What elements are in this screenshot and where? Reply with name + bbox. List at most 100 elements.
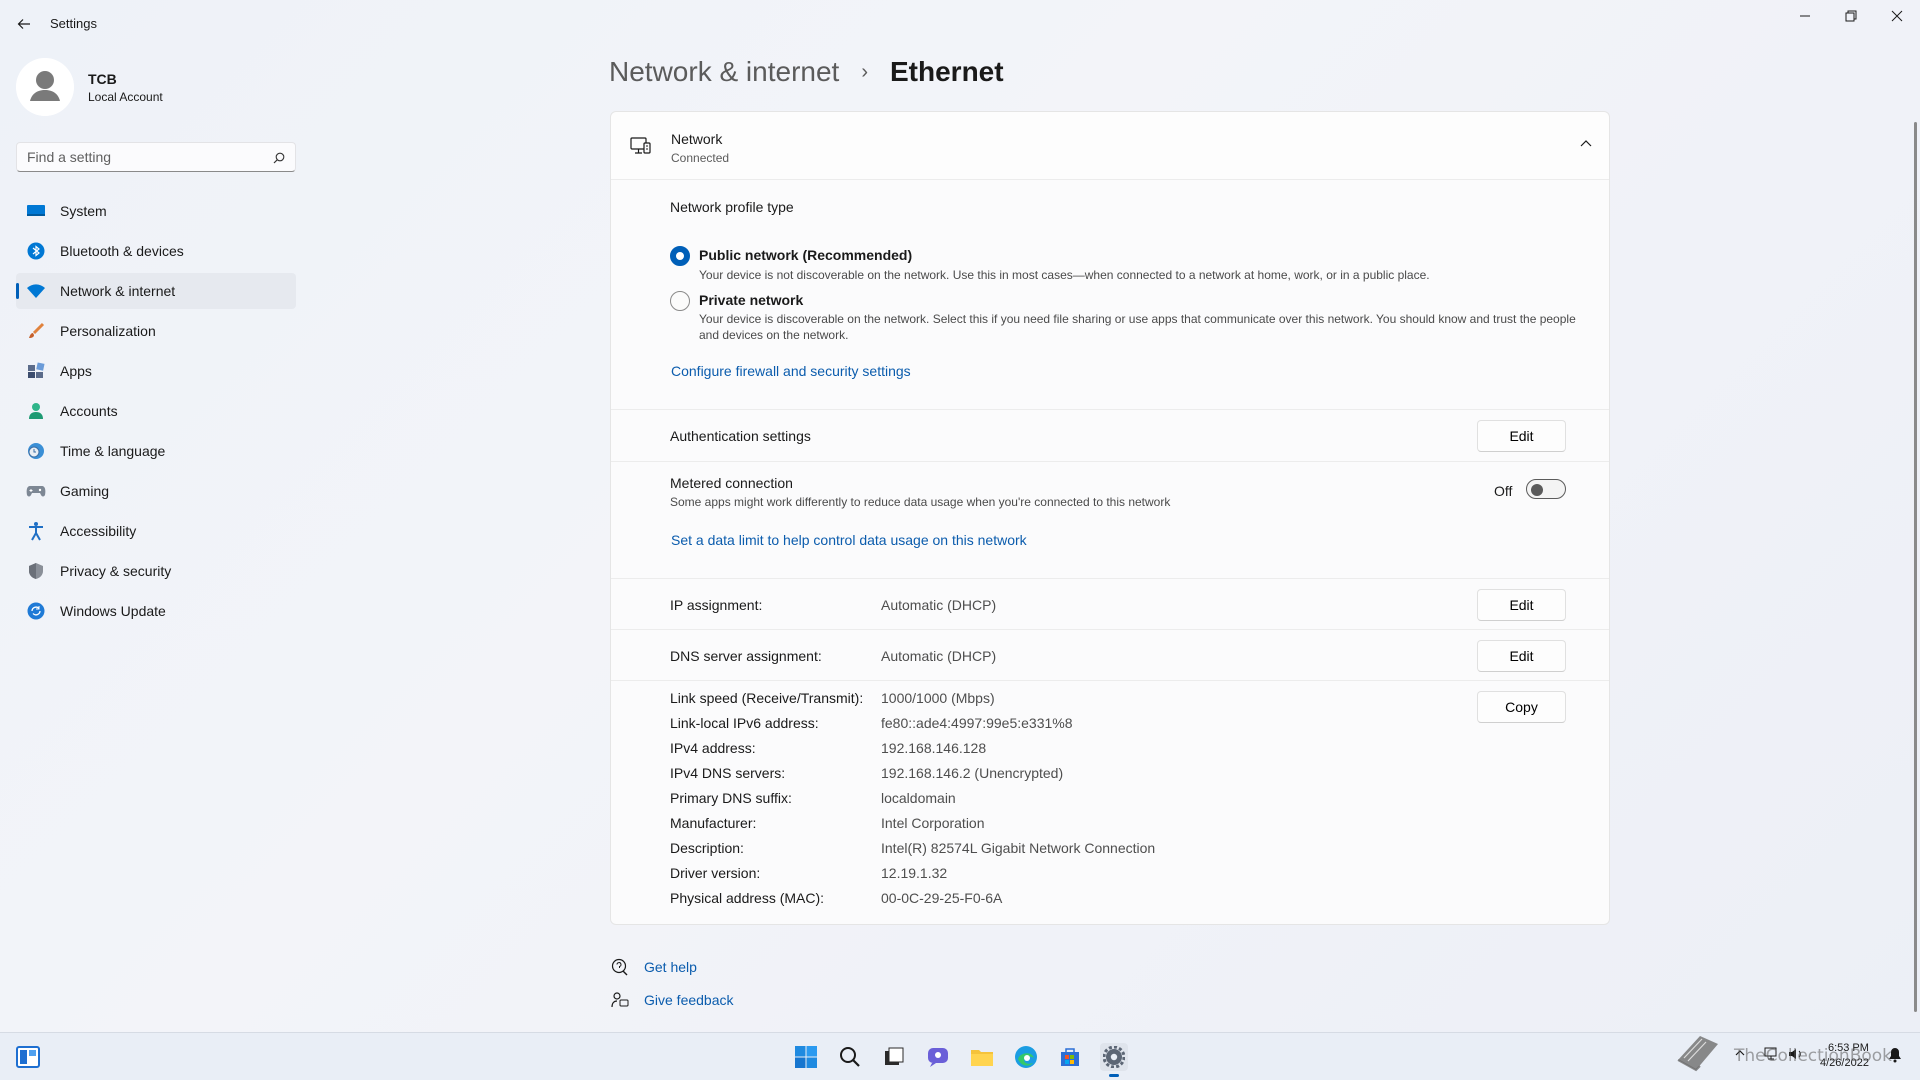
start-icon[interactable]: [792, 1043, 820, 1071]
app-title: Settings: [50, 16, 97, 31]
sidebar-item-label: Gaming: [60, 483, 110, 499]
close-button[interactable]: [1874, 0, 1920, 32]
property-key: Driver version:: [670, 865, 761, 881]
avatar: [16, 58, 74, 116]
chat-icon[interactable]: [924, 1043, 952, 1071]
get-help-link[interactable]: Get help: [610, 957, 697, 977]
give-feedback-link[interactable]: Give feedback: [610, 990, 734, 1010]
restore-button[interactable]: [1828, 0, 1874, 32]
store-icon[interactable]: [1056, 1043, 1084, 1071]
network-status: Connected: [671, 151, 730, 165]
search-icon[interactable]: [273, 151, 285, 167]
metered-connection-description: Some apps might work differently to redu…: [670, 495, 1171, 509]
network-card-header[interactable]: Network Connected: [611, 112, 1609, 180]
chevron-right-icon: ›: [861, 60, 868, 83]
sidebar-item-system[interactable]: System: [16, 193, 296, 229]
firewall-settings-link[interactable]: Configure firewall and security settings: [671, 363, 911, 379]
property-value: 192.168.146.128: [881, 740, 987, 756]
chevron-up-icon[interactable]: [1579, 136, 1593, 153]
divider: [611, 409, 1609, 410]
property-key: Description:: [670, 840, 744, 856]
divider: [611, 461, 1609, 462]
search-icon[interactable]: [836, 1043, 864, 1071]
give-feedback-label[interactable]: Give feedback: [644, 992, 734, 1008]
data-limit-link[interactable]: Set a data limit to help control data us…: [671, 532, 1027, 548]
ip-assignment-value: Automatic (DHCP): [881, 597, 997, 613]
public-network-description: Your device is not discoverable on the n…: [699, 268, 1430, 282]
sidebar-item-label: Accounts: [60, 403, 118, 419]
close-icon: [1891, 10, 1903, 22]
user-profile[interactable]: TCB Local Account: [16, 58, 296, 116]
minimize-button[interactable]: [1782, 0, 1828, 32]
get-help-label[interactable]: Get help: [644, 959, 697, 975]
metered-toggle-state: Off: [1494, 483, 1513, 499]
sidebar-item-label: Accessibility: [60, 523, 137, 539]
property-key: Link speed (Receive/Transmit):: [670, 690, 864, 706]
sidebar-item-apps[interactable]: Apps: [16, 353, 296, 389]
ip-assignment-edit-button[interactable]: Edit: [1477, 589, 1566, 621]
property-value: localdomain: [881, 790, 956, 806]
page-title: Ethernet: [890, 56, 1004, 87]
authentication-edit-button[interactable]: Edit: [1477, 420, 1566, 452]
ethernet-monitor-icon: [629, 134, 653, 161]
sidebar-item-label: Windows Update: [60, 603, 166, 619]
sidebar-item-personalization[interactable]: Personalization: [16, 313, 296, 349]
edge-icon[interactable]: [1012, 1043, 1040, 1071]
update-icon: [26, 602, 46, 620]
public-network-label[interactable]: Public network (Recommended): [699, 247, 912, 263]
private-network-description: Your device is discoverable on the netwo…: [699, 312, 1576, 342]
sidebar-item-gaming[interactable]: Gaming: [16, 473, 296, 509]
scrollbar[interactable]: [1914, 122, 1917, 1012]
sidebar-item-network[interactable]: Network & internet: [16, 273, 296, 309]
divider: [611, 680, 1609, 681]
property-value: 12.19.1.32: [881, 865, 948, 881]
property-value: 192.168.146.2 (Unencrypted): [881, 765, 1064, 781]
brush-icon: [26, 322, 46, 340]
sidebar-item-privacy[interactable]: Privacy & security: [16, 553, 296, 589]
search-input[interactable]: [17, 143, 257, 171]
property-value: fe80::ade4:4997:99e5:e331%8: [881, 715, 1073, 731]
system-icon: [26, 202, 46, 220]
public-network-radio[interactable]: [670, 246, 690, 266]
sidebar-item-label: Network & internet: [60, 283, 176, 299]
sidebar-item-label: Apps: [60, 363, 92, 379]
authentication-settings-label: Authentication settings: [670, 428, 811, 444]
sidebar-item-time-language[interactable]: Time & language: [16, 433, 296, 469]
widgets-icon[interactable]: [14, 1043, 42, 1071]
sidebar-nav: System Bluetooth & devices Network & int…: [16, 193, 296, 633]
copy-properties-button[interactable]: Copy: [1477, 691, 1566, 723]
sidebar-item-accessibility[interactable]: Accessibility: [16, 513, 296, 549]
property-key: IPv4 address:: [670, 740, 756, 756]
taskbar: 6:53 PM 4/26/2022: [0, 1032, 1920, 1080]
sidebar-item-label: Personalization: [60, 323, 156, 339]
property-value: Intel Corporation: [881, 815, 985, 831]
person-icon: [16, 58, 74, 116]
minimize-icon: [1800, 15, 1810, 17]
breadcrumb-parent[interactable]: Network & internet: [609, 56, 839, 88]
settings-gear-icon[interactable]: [1100, 1043, 1128, 1077]
restore-icon: [1845, 10, 1857, 22]
breadcrumb: Network & internet › Ethernet: [609, 56, 1004, 88]
property-key: Link-local IPv6 address:: [670, 715, 819, 731]
sidebar-item-bluetooth[interactable]: Bluetooth & devices: [16, 233, 296, 269]
dns-assignment-edit-button[interactable]: Edit: [1477, 640, 1566, 672]
file-explorer-icon[interactable]: [968, 1043, 996, 1071]
sidebar-item-label: Bluetooth & devices: [60, 243, 184, 259]
accessibility-icon: [26, 522, 46, 541]
task-view-icon[interactable]: [880, 1043, 908, 1071]
private-network-label[interactable]: Private network: [699, 292, 803, 308]
metered-connection-label: Metered connection: [670, 475, 793, 491]
sidebar-item-windows-update[interactable]: Windows Update: [16, 593, 296, 629]
dns-assignment-value: Automatic (DHCP): [881, 648, 997, 664]
back-button[interactable]: [12, 12, 36, 36]
apps-icon: [26, 362, 46, 380]
controller-icon: [26, 482, 46, 500]
globe-clock-icon: [26, 442, 46, 460]
private-network-radio[interactable]: [670, 291, 690, 311]
sidebar-item-accounts[interactable]: Accounts: [16, 393, 296, 429]
watermark-text: TheCollectionBook: [1734, 1046, 1893, 1066]
metered-connection-toggle[interactable]: [1526, 479, 1566, 499]
wifi-icon: [26, 282, 46, 300]
property-key: Manufacturer:: [670, 815, 757, 831]
bluetooth-icon: [26, 242, 46, 260]
